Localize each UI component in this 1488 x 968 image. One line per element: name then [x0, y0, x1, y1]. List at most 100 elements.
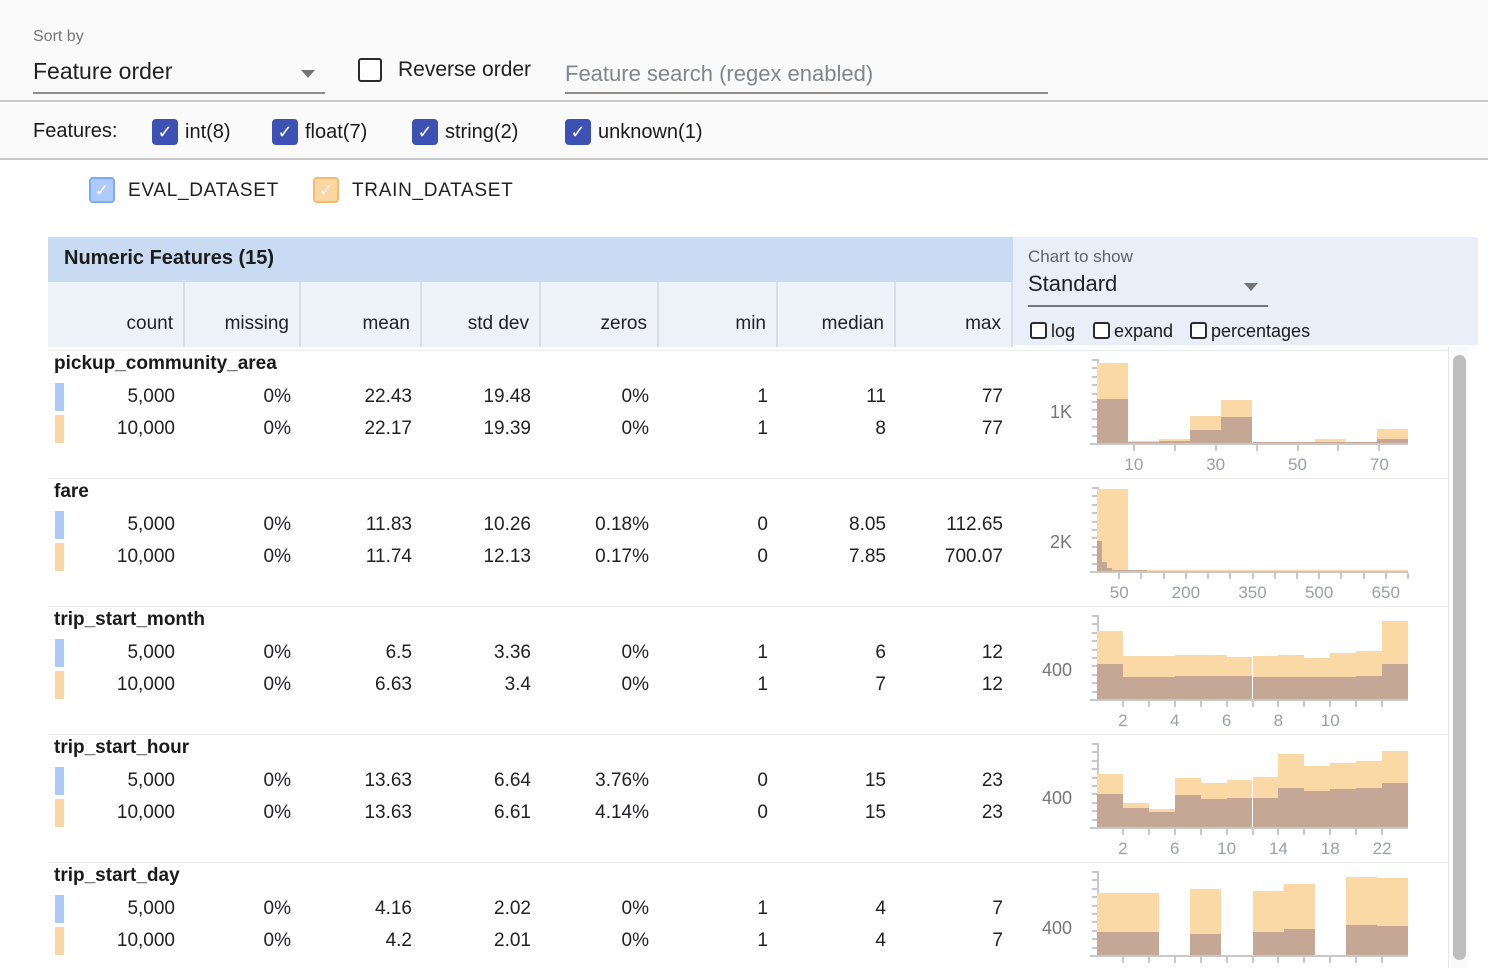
train-dataset-checkbox[interactable]: ✓	[313, 177, 339, 203]
stats-row-eval: 5,0000%4.162.020%147	[48, 893, 1013, 925]
y-axis-label: 400	[1013, 918, 1072, 939]
y-axis-label: 400	[1013, 660, 1072, 681]
histogram-bar-eval	[1382, 664, 1408, 699]
stat-value-missing: 0%	[189, 797, 291, 829]
feature-search-input[interactable]	[565, 56, 1048, 94]
stats-column-headers: count missing mean std dev zeros min med…	[48, 282, 1013, 347]
histogram-bar-train	[1284, 570, 1315, 571]
x-axis-tick	[1252, 957, 1254, 963]
stat-value-zeros: 0.18%	[545, 509, 649, 541]
column-header-count: count	[48, 282, 185, 347]
eval-dataset-checkbox[interactable]: ✓	[89, 177, 115, 203]
x-axis-tick	[1407, 573, 1409, 579]
x-axis-label: 30	[1186, 455, 1246, 475]
log-label: log	[1051, 321, 1075, 342]
stat-value-min: 0	[663, 797, 768, 829]
chart-type-select[interactable]: Standard	[1028, 269, 1268, 307]
scrollbar-track[interactable]	[1451, 347, 1468, 968]
stat-value-count: 5,000	[52, 637, 175, 669]
histogram-trip_start_day: 400	[1013, 863, 1448, 968]
scrollbar-thumb[interactable]	[1453, 355, 1466, 960]
eval-dataset-label: EVAL_DATASET	[128, 180, 279, 202]
histogram-bar-eval	[1097, 399, 1128, 443]
log-checkbox[interactable]	[1030, 322, 1047, 339]
stat-value-mean: 4.16	[305, 893, 412, 925]
unknown-checkbox[interactable]: ✓	[565, 119, 591, 145]
stat-value-median: 4	[782, 925, 886, 957]
histogram-bar-eval	[1190, 430, 1221, 443]
chevron-down-icon	[301, 70, 315, 78]
y-axis-label: 400	[1013, 788, 1072, 809]
stat-value-median: 11	[782, 381, 886, 413]
x-axis-tick	[1226, 701, 1228, 707]
stat-value-count: 10,000	[52, 541, 175, 573]
x-axis-tick	[1174, 445, 1176, 451]
x-axis-label: 650	[1356, 583, 1416, 603]
reverse-order-checkbox[interactable]	[358, 58, 382, 82]
stat-value-count: 10,000	[52, 925, 175, 957]
histogram-bar-eval	[1123, 808, 1149, 827]
x-axis-tick	[1303, 957, 1305, 963]
histogram-bar-eval	[1278, 677, 1304, 699]
x-axis-tick	[1355, 701, 1357, 707]
stat-value-missing: 0%	[189, 413, 291, 445]
stat-value-mean: 13.63	[305, 797, 412, 829]
stat-value-count: 5,000	[52, 381, 175, 413]
x-axis-tick	[1318, 573, 1320, 579]
stats-row-train: 10,0000%22.1719.390%1877	[48, 413, 1013, 445]
histogram-bar-eval	[1253, 798, 1279, 827]
sort-by-select[interactable]: Feature order	[33, 54, 325, 94]
stat-value-mean: 22.43	[305, 381, 412, 413]
histogram-bar-eval	[1201, 799, 1227, 827]
histogram-bar-eval	[1123, 677, 1149, 699]
x-axis-tick	[1200, 701, 1202, 707]
histogram-bar-train	[1377, 570, 1408, 571]
chart-to-show-panel: Chart to show Standard log expand percen…	[1013, 237, 1478, 345]
histogram-bar-eval	[1128, 932, 1159, 955]
histogram-bar-eval	[1377, 926, 1408, 955]
x-axis-tick	[1118, 573, 1120, 579]
stats-row-train: 10,0000%6.633.40%1712	[48, 669, 1013, 701]
histogram-bar-eval	[1097, 932, 1128, 955]
histogram-bar-eval	[1201, 676, 1227, 699]
x-axis	[1090, 699, 1408, 701]
stat-value-mean: 11.83	[305, 509, 412, 541]
histogram-bar-train	[1159, 570, 1190, 571]
stat-value-std-dev: 12.13	[426, 541, 531, 573]
x-axis-label: 10	[1300, 711, 1360, 731]
stat-value-max: 700.07	[900, 541, 1003, 573]
stat-value-zeros: 0%	[545, 893, 649, 925]
percentages-label: percentages	[1211, 321, 1310, 342]
expand-checkbox[interactable]	[1093, 322, 1110, 339]
histogram-bar-eval	[1315, 442, 1346, 443]
histogram-trip_start_month: 400246810	[1013, 607, 1448, 735]
x-axis-label: 500	[1289, 583, 1349, 603]
int-checkbox[interactable]: ✓	[152, 119, 178, 145]
string-checkbox[interactable]: ✓	[412, 119, 438, 145]
percentages-checkbox[interactable]	[1190, 322, 1207, 339]
stat-value-count: 5,000	[52, 765, 175, 797]
stat-value-mean: 6.5	[305, 637, 412, 669]
stat-value-max: 112.65	[900, 509, 1003, 541]
x-axis	[1090, 443, 1408, 445]
y-axis-tick	[1092, 751, 1097, 753]
numeric-features-header: Numeric Features (15)	[48, 237, 1013, 282]
histogram-bar-eval	[1142, 570, 1147, 571]
stat-value-max: 12	[900, 637, 1003, 669]
x-axis-label: 10	[1104, 455, 1164, 475]
histogram-bar-eval	[1175, 795, 1201, 827]
x-axis-label: 200	[1156, 583, 1216, 603]
stat-value-zeros: 0%	[545, 381, 649, 413]
stat-value-max: 7	[900, 893, 1003, 925]
x-axis-tick	[1229, 573, 1231, 579]
chart-type-value: Standard	[1028, 271, 1117, 297]
float-checkbox[interactable]: ✓	[272, 119, 298, 145]
stat-value-max: 77	[900, 413, 1003, 445]
stat-value-missing: 0%	[189, 541, 291, 573]
histogram-bar-eval	[1278, 788, 1304, 827]
histogram-bar-eval	[1221, 417, 1252, 443]
stat-value-max: 77	[900, 381, 1003, 413]
x-axis	[1090, 827, 1408, 829]
y-axis-label: 2K	[1013, 532, 1072, 553]
column-header-zeros: zeros	[541, 282, 659, 347]
